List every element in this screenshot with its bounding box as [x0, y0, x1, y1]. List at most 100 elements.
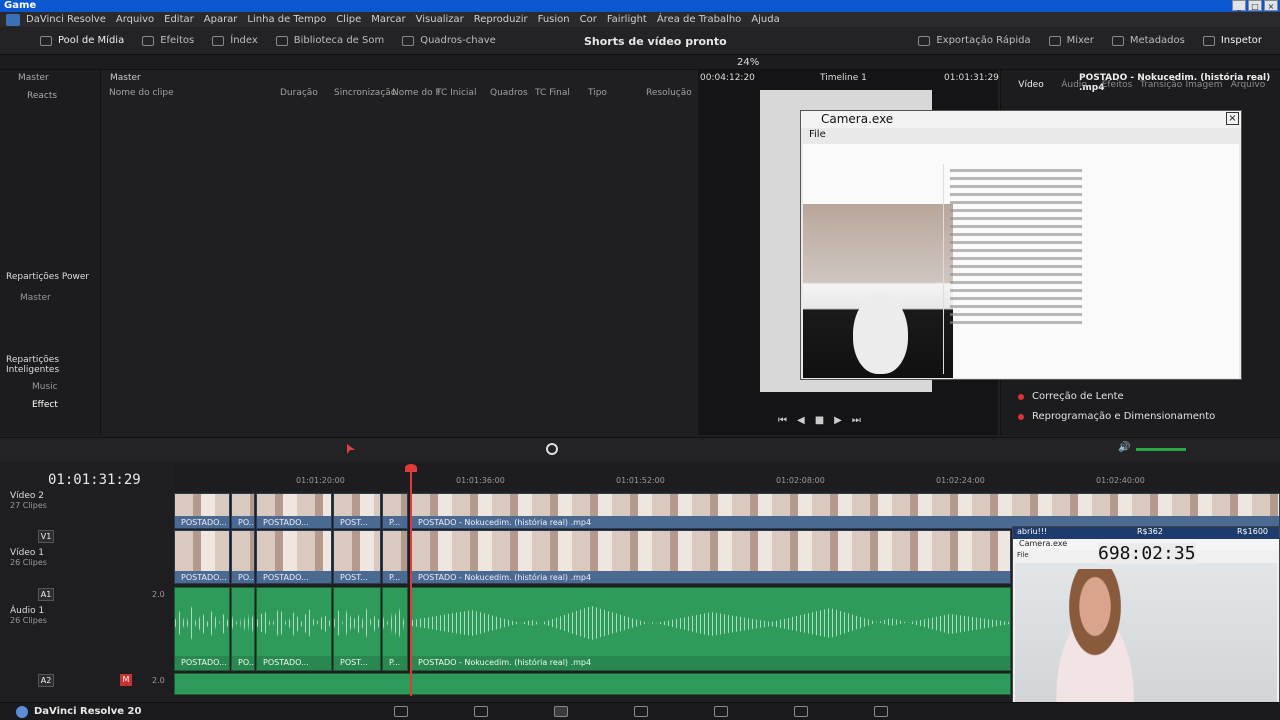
menu-item[interactable]: Reproduzir	[474, 14, 528, 25]
timeline-ruler[interactable]: 01:01:20:00 01:01:36:00 01:01:52:00 01:0…	[174, 462, 1280, 490]
metadata-button[interactable]: Metadados	[1111, 35, 1185, 46]
metadata-icon	[1111, 35, 1124, 46]
bin-master[interactable]: Master	[18, 73, 49, 83]
inspector-tab-audio[interactable]: Áudio	[1054, 80, 1094, 90]
index-button[interactable]: Índex	[212, 35, 258, 46]
video-clip[interactable]: PO...	[231, 493, 255, 529]
inspector-tab-image[interactable]: Imagem	[1184, 80, 1224, 90]
inspector-tab-video[interactable]: Vídeo	[1011, 80, 1051, 90]
timeline-timecode: 01:01:31:29	[48, 472, 141, 488]
inspector-row-lens[interactable]: Correção de Lente	[1032, 391, 1124, 402]
audio-clip[interactable]: PO...	[231, 587, 255, 671]
index-icon	[212, 35, 225, 46]
video-clip[interactable]: POSTADO - Nokucedim. (história real) .mp…	[411, 493, 1280, 529]
keyframes-button[interactable]: Quadros-chave	[402, 35, 496, 46]
menu-item[interactable]: Fairlight	[607, 14, 647, 25]
volume-icon[interactable]: 🔊	[1118, 442, 1130, 453]
video-clip[interactable]: POSTADO...	[256, 493, 332, 529]
inspector-row-retime[interactable]: Reprogramação e Dimensionamento	[1032, 411, 1215, 422]
webcam-menu-file[interactable]: File	[1017, 551, 1029, 559]
close-icon[interactable]: ×	[1226, 112, 1239, 125]
menu-item[interactable]: Editar	[164, 14, 194, 25]
enable-dot-icon[interactable]	[1018, 394, 1024, 400]
menu-item[interactable]: Linha de Tempo	[247, 14, 326, 25]
inspector-tab-effects[interactable]: Efeitos	[1097, 80, 1137, 90]
enable-dot-icon[interactable]	[1018, 414, 1024, 420]
menu-item[interactable]: Marcar	[371, 14, 405, 25]
audio-clip[interactable]: P...	[382, 587, 408, 671]
column-header[interactable]: Resolução	[646, 88, 692, 98]
clip-label: POSTADO - Nokucedim. (história real) .mp…	[412, 656, 1010, 670]
inspector-tab-file[interactable]: Arquivo	[1228, 80, 1268, 90]
video-clip[interactable]: POSTADO...	[174, 493, 230, 529]
track-v1-badge[interactable]: V1	[38, 530, 54, 543]
track-name: Vídeo 1	[10, 548, 45, 558]
menu-item[interactable]: Cor	[580, 14, 597, 25]
video-clip[interactable]: PO...	[231, 530, 255, 584]
video-clip[interactable]: P...	[382, 530, 408, 584]
menu-item[interactable]: Clipe	[336, 14, 361, 25]
column-header[interactable]: TC Final	[535, 88, 570, 98]
maximize-icon[interactable]: □	[1248, 0, 1262, 11]
audio-clip[interactable]: POSTADO - Nokucedim. (história real) .mp…	[411, 587, 1011, 671]
page-color-icon[interactable]	[714, 706, 728, 717]
menu-item[interactable]: DaVinci Resolve	[26, 14, 106, 25]
video-clip[interactable]: POSTADO - Nokucedim. (história real) .mp…	[411, 530, 1011, 584]
volume-slider[interactable]	[1136, 448, 1186, 451]
page-media-icon[interactable]	[394, 706, 408, 717]
page-cut-icon[interactable]	[474, 706, 488, 717]
selection-tool-icon[interactable]	[347, 444, 355, 454]
page-fairlight-icon[interactable]	[794, 706, 808, 717]
column-header[interactable]: Nome do F	[392, 88, 441, 98]
menu-item[interactable]: Aparar	[204, 14, 238, 25]
media-pool-button[interactable]: Pool de Mídia	[40, 35, 124, 46]
audio-clip[interactable]: POST...	[333, 587, 381, 671]
status-bar: DaVinci Resolve 20	[0, 702, 1280, 720]
sound-library-button[interactable]: Biblioteca de Som	[275, 35, 384, 46]
transport-controls[interactable]: ⏮◀■▶⏭	[778, 415, 918, 427]
bin-music[interactable]: Music	[32, 382, 58, 392]
menu-item[interactable]: Ajuda	[751, 14, 779, 25]
page-edit-icon[interactable]	[554, 706, 568, 717]
video-clip[interactable]: POST...	[333, 530, 381, 584]
column-header[interactable]: TC Inicial	[436, 88, 476, 98]
page-deliver-icon[interactable]	[874, 706, 888, 717]
mute-button[interactable]: M	[120, 674, 132, 686]
effects-button[interactable]: Efeitos	[142, 35, 194, 46]
quick-export-button[interactable]: Exportação Rápida	[918, 35, 1031, 46]
bin-effect[interactable]: Effect	[32, 400, 58, 410]
camera-menu-file[interactable]: File	[801, 128, 1241, 142]
zoom-level[interactable]: 24%	[737, 57, 759, 68]
timeline-selector[interactable]: Timeline 1	[820, 73, 867, 83]
video-clip[interactable]: POSTADO...	[256, 530, 332, 584]
column-header[interactable]: Tipo	[588, 88, 607, 98]
audio-clip[interactable]	[174, 673, 1011, 695]
video-clip[interactable]: POST...	[333, 493, 381, 529]
mixer-label: Mixer	[1066, 35, 1094, 46]
column-header[interactable]: Quadros	[490, 88, 528, 98]
power-bin-master[interactable]: Master	[20, 293, 51, 303]
mixer-button[interactable]: Mixer	[1048, 35, 1094, 46]
audio-clip[interactable]: POSTADO...	[256, 587, 332, 671]
minimize-icon[interactable]: _	[1232, 0, 1246, 11]
snap-icon[interactable]	[546, 443, 558, 455]
close-icon[interactable]: ×	[1264, 0, 1278, 11]
menu-item[interactable]: Área de Trabalho	[657, 14, 741, 25]
menu-item[interactable]: Arquivo	[116, 14, 154, 25]
playhead[interactable]	[410, 466, 412, 696]
column-header[interactable]: Sincronização	[334, 88, 396, 98]
inspector-tab-transition[interactable]: Transição	[1140, 80, 1182, 90]
timeline-toolbar: 🔊	[0, 437, 1280, 461]
menu-item[interactable]: Visualizar	[416, 14, 464, 25]
column-header[interactable]: Duração	[280, 88, 318, 98]
column-header[interactable]: Nome do clipe	[109, 88, 174, 98]
bin-reacts[interactable]: Reacts	[27, 91, 57, 101]
video-clip[interactable]: POSTADO...	[174, 530, 230, 584]
video-clip[interactable]: P...	[382, 493, 408, 529]
menu-item[interactable]: Fusion	[538, 14, 570, 25]
track-a1-badge[interactable]: A1	[38, 588, 54, 601]
page-fusion-icon[interactable]	[634, 706, 648, 717]
inspector-button[interactable]: Inspetor	[1202, 35, 1262, 46]
audio-clip[interactable]: POSTADO...	[174, 587, 230, 671]
track-a2-badge[interactable]: A2	[38, 674, 54, 687]
